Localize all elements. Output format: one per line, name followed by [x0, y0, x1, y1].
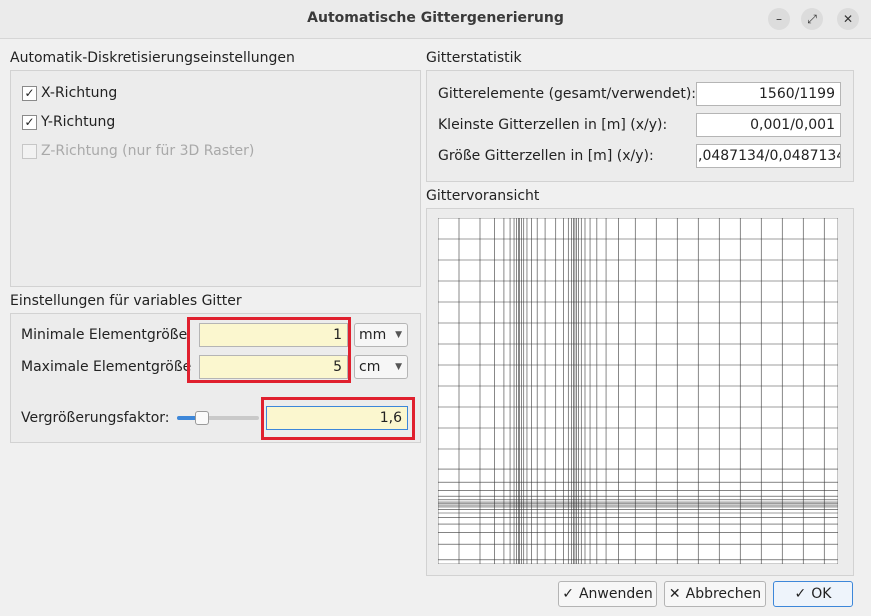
max-size-label: Maximale Elementgröße — [21, 359, 192, 375]
maximize-button[interactable]: ⤢ — [801, 8, 823, 30]
minimize-button[interactable]: – — [768, 8, 790, 30]
stats-group-label: Gitterstatistik — [426, 50, 522, 66]
min-unit-select[interactable]: mm ▼ — [354, 323, 408, 347]
elements-label: Gitterelemente (gesamt/verwendet): — [438, 86, 697, 102]
auto-group-box: ✓ X-Richtung ✓ Y-Richtung Z-Richtung (nu… — [10, 70, 421, 287]
grid-background — [438, 218, 838, 564]
title-bar: Automatische Gittergenerierung – ⤢ ✕ — [0, 0, 871, 39]
close-button[interactable]: ✕ — [837, 8, 859, 30]
check-icon: ✓ — [22, 115, 37, 130]
max-unit-select[interactable]: cm ▼ — [354, 355, 408, 379]
min-size-label: Minimale Elementgröße — [21, 327, 188, 343]
highlight-frame-factor — [261, 397, 415, 440]
cancel-button-label: Abbrechen — [685, 586, 762, 602]
elements-value: 1560/1199 — [696, 82, 841, 106]
grid-preview-canvas — [438, 218, 838, 564]
smallest-cells-value: 0,001/0,001 — [696, 113, 841, 137]
cancel-button[interactable]: ✕ Abbrechen — [664, 581, 766, 607]
auto-group-label: Automatik-Diskretisierungseinstellungen — [10, 50, 295, 66]
preview-group-box — [426, 208, 854, 576]
chevron-down-icon: ▼ — [395, 362, 402, 372]
factor-label: Vergrößerungsfaktor: — [21, 410, 170, 426]
preview-group-label: Gittervoransicht — [426, 188, 540, 204]
factor-slider[interactable] — [177, 410, 259, 426]
y-direction-label: Y-Richtung — [41, 114, 116, 130]
largest-cells-label: Größe Gitterzellen in [m] (x/y): — [438, 148, 654, 164]
x-direction-label: X-Richtung — [41, 85, 118, 101]
slider-handle[interactable] — [195, 411, 209, 425]
highlight-frame-sizes — [187, 317, 351, 383]
empty-checkbox-icon — [22, 144, 37, 159]
window-title: Automatische Gittergenerierung — [307, 10, 564, 26]
chevron-down-icon: ▼ — [395, 330, 402, 340]
variable-group-label: Einstellungen für variables Gitter — [10, 293, 242, 309]
z-direction-label: Z-Richtung (nur für 3D Raster) — [41, 143, 255, 159]
ok-button-label: OK — [811, 586, 832, 602]
min-unit-value: mm — [359, 327, 387, 343]
apply-button-label: Anwenden — [578, 586, 653, 602]
largest-cells-value: ,0487134/0,0487134 — [696, 144, 841, 168]
ok-button[interactable]: ✓ OK — [773, 581, 853, 607]
smallest-cells-label: Kleinste Gitterzellen in [m] (x/y): — [438, 117, 668, 133]
apply-button[interactable]: ✓ Anwenden — [558, 581, 657, 607]
check-icon: ✓ — [22, 86, 37, 101]
check-icon: ✓ — [562, 586, 574, 602]
close-icon: ✕ — [668, 586, 681, 602]
check-icon: ✓ — [794, 586, 807, 602]
max-unit-value: cm — [359, 359, 381, 375]
